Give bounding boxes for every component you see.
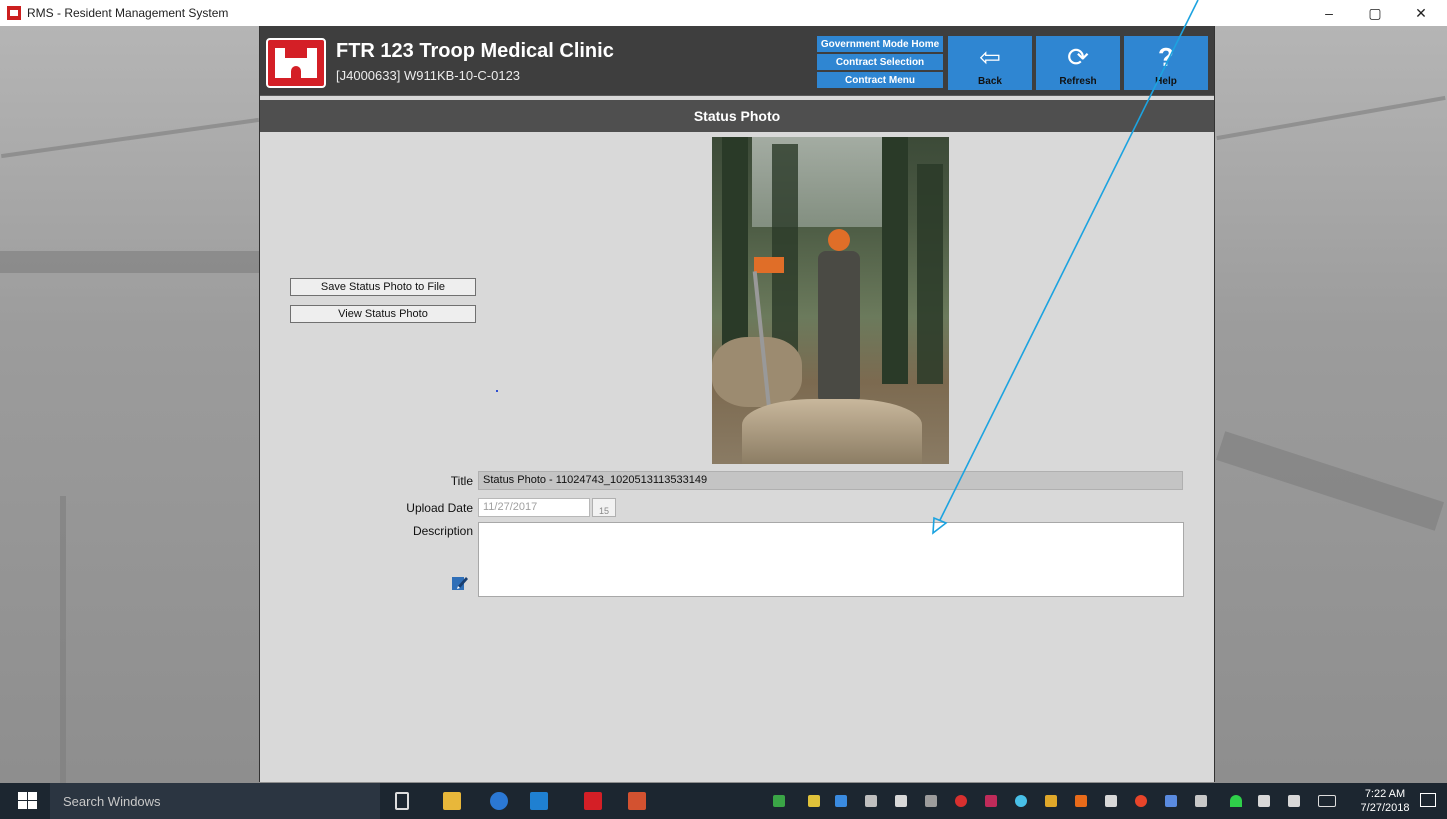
window-title-bar: RMS - Resident Management System – ▢ ✕ xyxy=(0,0,1447,26)
back-arrow-icon: ⇦ xyxy=(979,42,1001,72)
description-label: Description xyxy=(412,524,473,538)
tray-app-icon[interactable] xyxy=(955,795,967,807)
contract-selection-button[interactable]: Contract Selection xyxy=(817,54,943,70)
network-icon[interactable] xyxy=(1195,795,1207,807)
wifi-icon[interactable] xyxy=(1230,795,1242,807)
tray-app-icon[interactable] xyxy=(773,795,785,807)
windows-taskbar: Search Windows 7:22 AM 7/27/2018 xyxy=(0,783,1447,819)
internet-explorer-icon[interactable] xyxy=(490,792,508,810)
tray-app-icon[interactable] xyxy=(808,795,820,807)
save-status-photo-button[interactable]: Save Status Photo to File xyxy=(290,278,476,296)
tray-app-icon[interactable] xyxy=(1015,795,1027,807)
task-view-icon[interactable] xyxy=(395,792,409,810)
status-photo-image xyxy=(712,137,949,464)
tray-app-icon[interactable] xyxy=(1075,795,1087,807)
app-panel: FTR 123 Troop Medical Clinic [J4000633] … xyxy=(259,26,1215,782)
window-title: RMS - Resident Management System xyxy=(27,6,229,20)
refresh-label: Refresh xyxy=(1059,76,1097,87)
maximize-button[interactable]: ▢ xyxy=(1352,0,1398,26)
back-button[interactable]: ⇦ Back xyxy=(948,36,1032,90)
help-button[interactable]: ? Help xyxy=(1124,36,1208,90)
help-label: Help xyxy=(1155,76,1177,87)
background-crane xyxy=(0,251,260,273)
calendar-icon: 15 xyxy=(598,506,609,516)
tray-app-icon[interactable] xyxy=(895,795,907,807)
rms-app-icon[interactable] xyxy=(584,792,602,810)
powerpoint-icon[interactable] xyxy=(628,792,646,810)
keyboard-icon[interactable] xyxy=(1318,795,1336,807)
tray-app-icon[interactable] xyxy=(985,795,997,807)
pen-icon[interactable] xyxy=(1288,795,1300,807)
background-crane xyxy=(1215,431,1445,531)
calendar-button[interactable]: 15 xyxy=(592,498,616,517)
tray-app-icon[interactable] xyxy=(1165,795,1177,807)
volume-muted-icon[interactable] xyxy=(1258,795,1270,807)
edit-pencil-icon[interactable] xyxy=(451,574,469,592)
title-field[interactable]: Status Photo - 11024743_1020513113533149 xyxy=(478,471,1183,490)
project-title: FTR 123 Troop Medical Clinic xyxy=(336,40,614,62)
view-status-photo-button[interactable]: View Status Photo xyxy=(290,305,476,323)
notification-center-icon[interactable] xyxy=(1420,793,1436,807)
title-label: Title xyxy=(450,474,473,488)
taskbar-search-box[interactable]: Search Windows xyxy=(50,783,380,819)
tray-app-icon[interactable] xyxy=(865,795,877,807)
clock-date: 7/27/2018 xyxy=(1360,802,1410,814)
back-label: Back xyxy=(978,76,1002,87)
stray-dot xyxy=(496,390,498,392)
background-crane xyxy=(1216,95,1446,141)
windows-start-icon[interactable] xyxy=(18,792,38,810)
contract-number: [J4000633] W911KB-10-C-0123 xyxy=(336,68,521,83)
upload-date-label: Upload Date xyxy=(406,501,473,515)
tray-app-icon[interactable] xyxy=(925,795,937,807)
media-player-icon[interactable] xyxy=(530,792,548,810)
background-crane xyxy=(0,117,260,159)
background-crane xyxy=(60,496,66,783)
app-icon xyxy=(7,6,21,20)
tray-app-icon[interactable] xyxy=(1135,795,1147,807)
refresh-button[interactable]: ⟳ Refresh xyxy=(1036,36,1120,90)
government-mode-home-button[interactable]: Government Mode Home xyxy=(817,36,943,52)
help-icon: ? xyxy=(1158,42,1174,72)
tray-app-icon[interactable] xyxy=(1105,795,1117,807)
clock-time: 7:22 AM xyxy=(1364,788,1406,800)
castle-logo-icon xyxy=(266,38,326,88)
app-header: FTR 123 Troop Medical Clinic [J4000633] … xyxy=(260,26,1214,96)
minimize-button[interactable]: – xyxy=(1306,0,1352,26)
tray-app-icon[interactable] xyxy=(1045,795,1057,807)
tray-app-icon[interactable] xyxy=(835,795,847,807)
file-explorer-icon[interactable] xyxy=(443,792,461,810)
refresh-icon: ⟳ xyxy=(1067,42,1089,72)
section-title: Status Photo xyxy=(260,100,1214,132)
upload-date-field[interactable]: 11/27/2017 xyxy=(478,498,590,517)
contract-menu-button[interactable]: Contract Menu xyxy=(817,72,943,88)
description-field[interactable] xyxy=(478,522,1184,597)
taskbar-clock[interactable]: 7:22 AM 7/27/2018 xyxy=(1360,787,1410,815)
header-divider xyxy=(260,95,1214,96)
close-button[interactable]: ✕ xyxy=(1398,0,1444,26)
nav-button-stack: Government Mode Home Contract Selection … xyxy=(817,36,943,88)
